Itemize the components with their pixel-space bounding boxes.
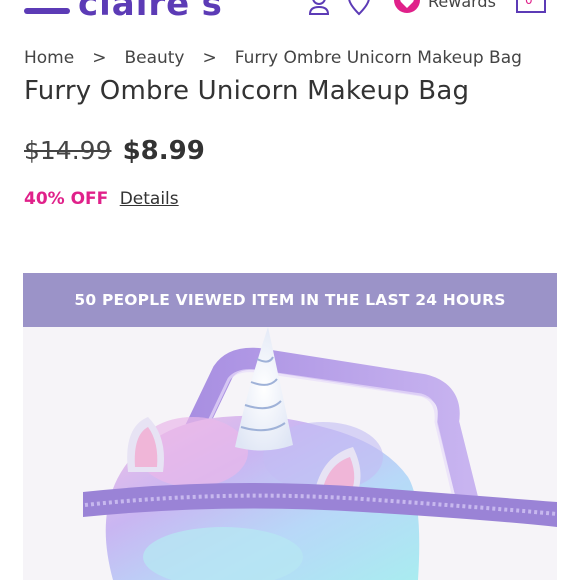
breadcrumb-home[interactable]: Home: [24, 48, 74, 68]
price-row: $14.99 $8.99: [24, 136, 205, 166]
original-price: $14.99: [24, 136, 112, 165]
discount-row: 40% OFF Details: [24, 189, 179, 209]
product-title: Furry Ombre Unicorn Makeup Bag: [24, 76, 470, 106]
menu-icon[interactable]: [24, 8, 70, 14]
claires-logo[interactable]: claire's: [78, 0, 223, 22]
location-icon[interactable]: [346, 0, 372, 16]
account-icon[interactable]: [306, 0, 332, 16]
product-image[interactable]: [23, 327, 557, 580]
unicorn-makeup-bag-illustration: [83, 327, 557, 580]
details-link[interactable]: Details: [120, 189, 179, 209]
heart-rewards-icon[interactable]: [392, 0, 422, 20]
sale-price: $8.99: [122, 136, 205, 166]
bag-count-badge: 0: [525, 0, 533, 7]
site-header: claire's Rewards 0: [0, 0, 580, 22]
views-banner: 50 PEOPLE VIEWED ITEM IN THE LAST 24 HOU…: [23, 273, 557, 327]
discount-badge: 40% OFF: [24, 189, 109, 209]
breadcrumb: Home > Beauty > Furry Ombre Unicorn Makeup B…: [24, 48, 522, 68]
rewards-label[interactable]: Rewards: [428, 0, 496, 11]
breadcrumb-beauty[interactable]: Beauty: [124, 48, 184, 68]
breadcrumb-current: Furry Ombre Unicorn Makeup Bag: [234, 48, 522, 68]
breadcrumb-separator: >: [92, 48, 107, 68]
breadcrumb-separator: >: [202, 48, 217, 68]
